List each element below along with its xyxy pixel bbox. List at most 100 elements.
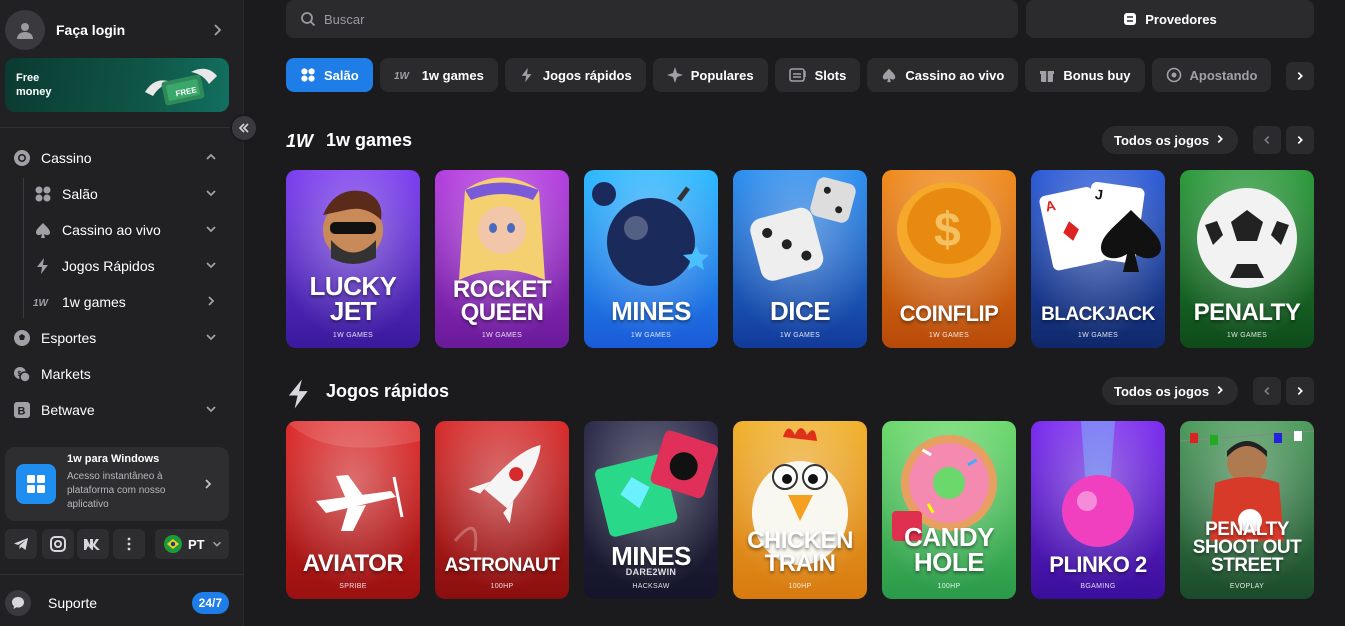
chevron-down-icon	[206, 334, 216, 341]
game-card[interactable]: A J BLACKJACK 1W GAMES	[1031, 170, 1165, 348]
game-title: ASTRONAUT	[435, 555, 569, 576]
sidebar-item-esportes[interactable]: Esportes	[12, 326, 224, 350]
search-bar[interactable]	[286, 0, 1018, 38]
chevron-right-icon	[205, 479, 212, 489]
sidebar-item-markets[interactable]: $ Markets	[12, 362, 224, 386]
chevron-down-icon	[206, 406, 216, 413]
tab-bonus-buy[interactable]: Bonus buy	[1025, 58, 1145, 92]
vk-icon	[84, 539, 100, 550]
1w-logo-icon: 1W	[394, 69, 414, 81]
all-games-label: Todos os jogos	[1114, 383, 1210, 399]
carousel-next-button[interactable]	[1286, 126, 1314, 154]
tab-1w-games[interactable]: 1W 1w games	[379, 58, 498, 92]
providers-label: Provedores	[1145, 11, 1217, 27]
all-games-label: Todos os jogos	[1114, 132, 1210, 148]
section-header-jogos-rapidos: Jogos rápidos Todos os jogos	[286, 377, 1314, 409]
language-selector[interactable]: PT	[155, 529, 229, 559]
tab-salao[interactable]: Salão	[286, 58, 373, 92]
submenu-line	[23, 178, 24, 318]
chevron-left-icon	[1264, 135, 1270, 145]
sidebar-item-1w-games[interactable]: 1W 1w games	[33, 290, 224, 314]
slot-machine-icon	[788, 67, 807, 83]
game-title: CHICKEN TRAIN	[733, 529, 867, 576]
sidebar-item-betwave[interactable]: B Betwave	[12, 398, 224, 422]
game-card[interactable]: PENALTY 1W GAMES	[1180, 170, 1314, 348]
telegram-button[interactable]	[5, 529, 37, 559]
tab-slots[interactable]: Slots	[774, 58, 861, 92]
all-games-button[interactable]: Todos os jogos	[1102, 377, 1238, 405]
double-chevron-left-icon	[238, 123, 249, 133]
game-provider: EVOPLAY	[1229, 583, 1265, 590]
free-money-banner[interactable]: Free money FREE	[5, 58, 229, 112]
game-provider: 1W GAMES	[779, 332, 821, 339]
game-title: LUCKY JET	[286, 273, 420, 324]
windows-card-description: Acesso instantâneo à plataforma com noss…	[67, 471, 166, 510]
sidebar-item-label: Esportes	[41, 330, 97, 346]
soccer-ball-icon	[12, 328, 32, 348]
carousel-prev-button[interactable]	[1253, 126, 1281, 154]
sidebar-item-cassino-ao-vivo[interactable]: Cassino ao vivo	[33, 218, 224, 242]
game-card[interactable]: ASTRONAUT 100HP	[435, 421, 569, 599]
sidebar-item-cassino[interactable]: Cassino	[12, 146, 224, 170]
game-title-line: BLACKJACK	[1041, 304, 1155, 325]
game-card[interactable]: AVIATOR SPRIBE	[286, 421, 420, 599]
promo-label: Free money	[16, 72, 52, 98]
game-subtitle: DARE2WIN	[625, 567, 677, 577]
game-provider: 1W GAMES	[1077, 332, 1119, 339]
tab-apostando[interactable]: Apostando	[1151, 58, 1272, 92]
chevron-down-icon	[206, 262, 216, 269]
telegram-icon	[14, 538, 28, 550]
grid-icon	[300, 67, 316, 83]
tab-populares[interactable]: Populares	[652, 58, 768, 92]
sidebar-item-jogos-rapidos[interactable]: Jogos Rápidos	[33, 254, 224, 278]
search-input[interactable]	[324, 11, 924, 27]
tab-label: Salão	[324, 67, 359, 83]
game-title: MINES	[584, 543, 718, 569]
collapse-sidebar-button[interactable]	[230, 114, 258, 142]
category-tabs: Salão 1W 1w games Jogos rápidos Populare…	[286, 58, 1296, 92]
game-card[interactable]: LUCKY JET 1W GAMES	[286, 170, 420, 348]
game-provider: 100HP	[490, 583, 514, 590]
game-title-line: AVIATOR	[302, 550, 404, 577]
game-card[interactable]: $ COINFLIP 1W GAMES	[882, 170, 1016, 348]
windows-app-card[interactable]: 1w para Windows Acesso instantâneo à pla…	[5, 447, 229, 521]
grid-icon	[33, 184, 53, 204]
providers-button[interactable]: Provedores	[1026, 0, 1314, 38]
sidebar-item-label: Cassino ao vivo	[62, 222, 161, 238]
game-provider: 100HP	[937, 583, 961, 590]
login-button[interactable]: Faça login	[5, 10, 233, 50]
game-card[interactable]: DICE 1W GAMES	[733, 170, 867, 348]
lightning-icon	[33, 256, 53, 276]
game-title: PENALTY	[1180, 301, 1314, 325]
more-options-button[interactable]	[113, 529, 145, 559]
game-title-line: ASTRONAUT	[444, 555, 560, 576]
vk-button[interactable]	[77, 529, 109, 559]
tab-cassino-ao-vivo[interactable]: Cassino ao vivo	[867, 58, 1019, 92]
instagram-button[interactable]	[42, 529, 74, 559]
all-games-button[interactable]: Todos os jogos	[1102, 126, 1238, 154]
carousel-prev-button[interactable]	[1253, 377, 1281, 405]
game-card[interactable]: MINES DARE2WIN HACKSAW	[584, 421, 718, 599]
tabs-scroll-right-button[interactable]	[1286, 62, 1314, 90]
lightning-icon	[288, 379, 308, 409]
chevron-right-icon	[1217, 134, 1223, 144]
tab-jogos-rapidos[interactable]: Jogos rápidos	[504, 58, 646, 92]
game-title: AVIATOR	[286, 550, 420, 577]
game-card[interactable]: ROCKET QUEEN 1W GAMES	[435, 170, 569, 348]
game-card[interactable]: MINES 1W GAMES	[584, 170, 718, 348]
game-title-line: ROCKET	[452, 276, 552, 303]
chevron-right-icon	[1297, 71, 1303, 81]
game-card[interactable]: CANDY HOLE 100HP	[882, 421, 1016, 599]
svg-text:1W: 1W	[33, 298, 50, 308]
support-button[interactable]: Suporte 24/7	[5, 588, 229, 618]
game-card[interactable]: PENALTY SHOOT OUT STREET EVOPLAY	[1180, 421, 1314, 599]
svg-text:$: $	[934, 204, 961, 257]
carousel-next-button[interactable]	[1286, 377, 1314, 405]
game-card[interactable]: PLINKO 2 BGAMING	[1031, 421, 1165, 599]
game-card[interactable]: CHICKEN TRAIN 100HP	[733, 421, 867, 599]
sidebar-item-salao[interactable]: Salão	[33, 182, 224, 206]
game-provider: 1W GAMES	[332, 332, 374, 339]
sparkle-icon	[666, 67, 683, 83]
tab-label: Apostando	[1189, 67, 1258, 83]
game-title: PENALTY SHOOT OUT STREET	[1180, 520, 1314, 575]
